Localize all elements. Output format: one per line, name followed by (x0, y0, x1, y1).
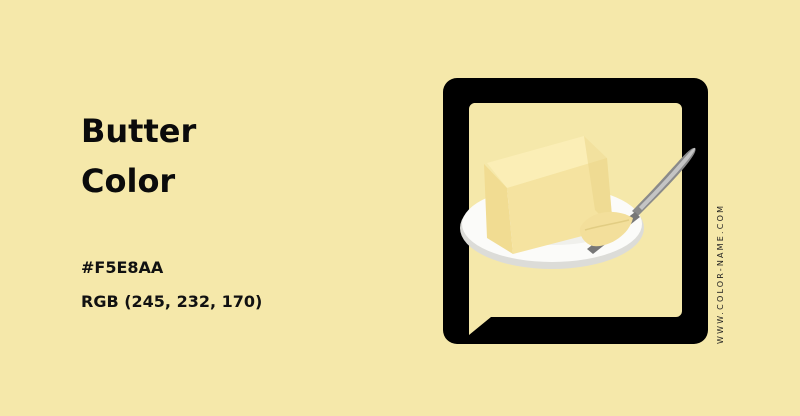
rgb-value: RGB (245, 232, 170) (81, 292, 263, 311)
title-line-1: Butter (81, 112, 197, 150)
title-line-2: Color (81, 162, 176, 200)
hex-code: #F5E8AA (81, 258, 164, 277)
website-label: WWW.COLOR-NAME.COM (716, 203, 725, 344)
color-title: Butter Color (81, 106, 196, 206)
butter-illustration (460, 136, 696, 269)
color-swatch-frame (443, 78, 708, 344)
